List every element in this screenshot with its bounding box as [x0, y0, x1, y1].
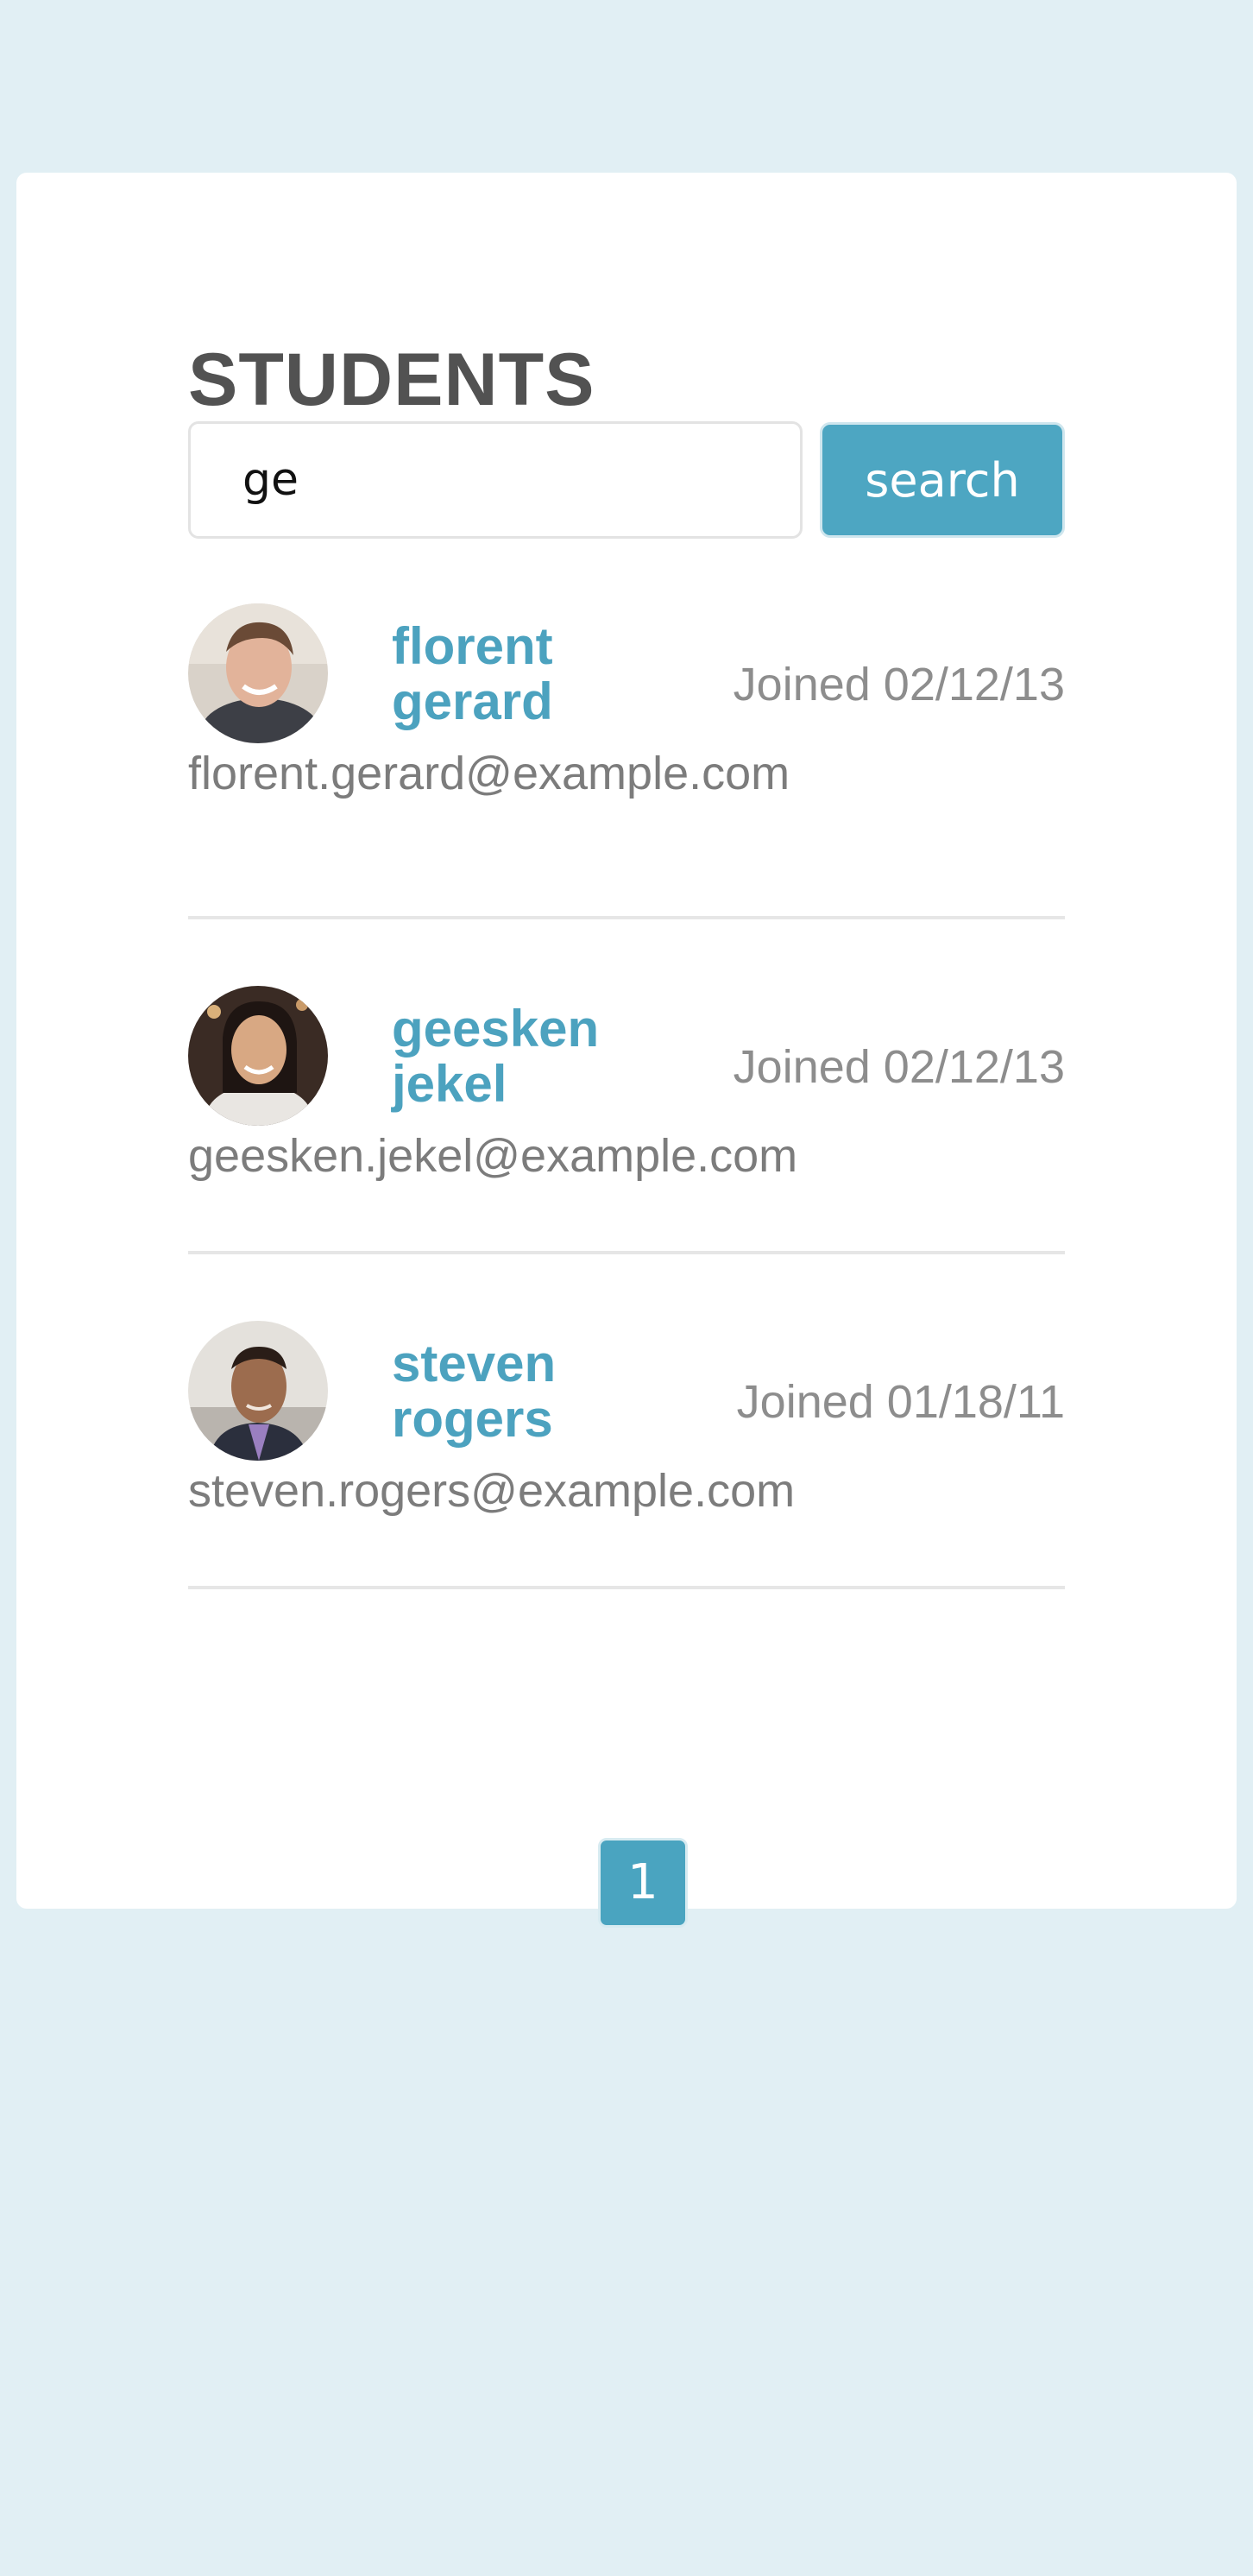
student-row: florent gerard Joined 02/12/13 florent.g… [188, 603, 1065, 919]
student-last-name: jekel [392, 1055, 507, 1113]
page-title: STUDENTS [188, 338, 595, 421]
student-first-name: geesken [392, 1000, 600, 1058]
pagination: 1 [598, 1838, 688, 1928]
search-input[interactable] [188, 421, 803, 539]
avatar [188, 1321, 328, 1461]
page-1-button[interactable]: 1 [598, 1838, 688, 1928]
avatar-photo-icon [188, 603, 328, 743]
student-name[interactable]: steven rogers [392, 1336, 651, 1447]
students-card: STUDENTS search florent [16, 173, 1237, 1928]
search-bar: search [188, 421, 1065, 539]
avatar-photo-icon [188, 1321, 328, 1461]
search-button[interactable]: search [820, 422, 1065, 538]
student-last-name: rogers [392, 1390, 553, 1448]
student-list: florent gerard Joined 02/12/13 florent.g… [188, 603, 1065, 1589]
student-name[interactable]: florent gerard [392, 619, 651, 729]
student-first-name: florent [392, 617, 553, 675]
avatar [188, 603, 328, 743]
student-row: steven rogers Joined 01/18/11 steven.rog… [188, 1254, 1065, 1589]
student-email: florent.gerard@example.com [188, 748, 790, 799]
student-row: geesken jekel Joined 02/12/13 geesken.je… [188, 919, 1065, 1254]
joined-date: Joined 02/12/13 [733, 1041, 1065, 1093]
avatar-photo-icon [188, 986, 328, 1126]
student-name[interactable]: geesken jekel [392, 1001, 651, 1112]
avatar [188, 986, 328, 1126]
joined-date: Joined 02/12/13 [733, 659, 1065, 710]
joined-date: Joined 01/18/11 [736, 1376, 1065, 1428]
student-first-name: steven [392, 1335, 557, 1392]
student-email: geesken.jekel@example.com [188, 1130, 798, 1182]
student-last-name: gerard [392, 672, 553, 730]
student-email: steven.rogers@example.com [188, 1465, 796, 1517]
students-panel: STUDENTS search florent [188, 337, 1065, 1589]
